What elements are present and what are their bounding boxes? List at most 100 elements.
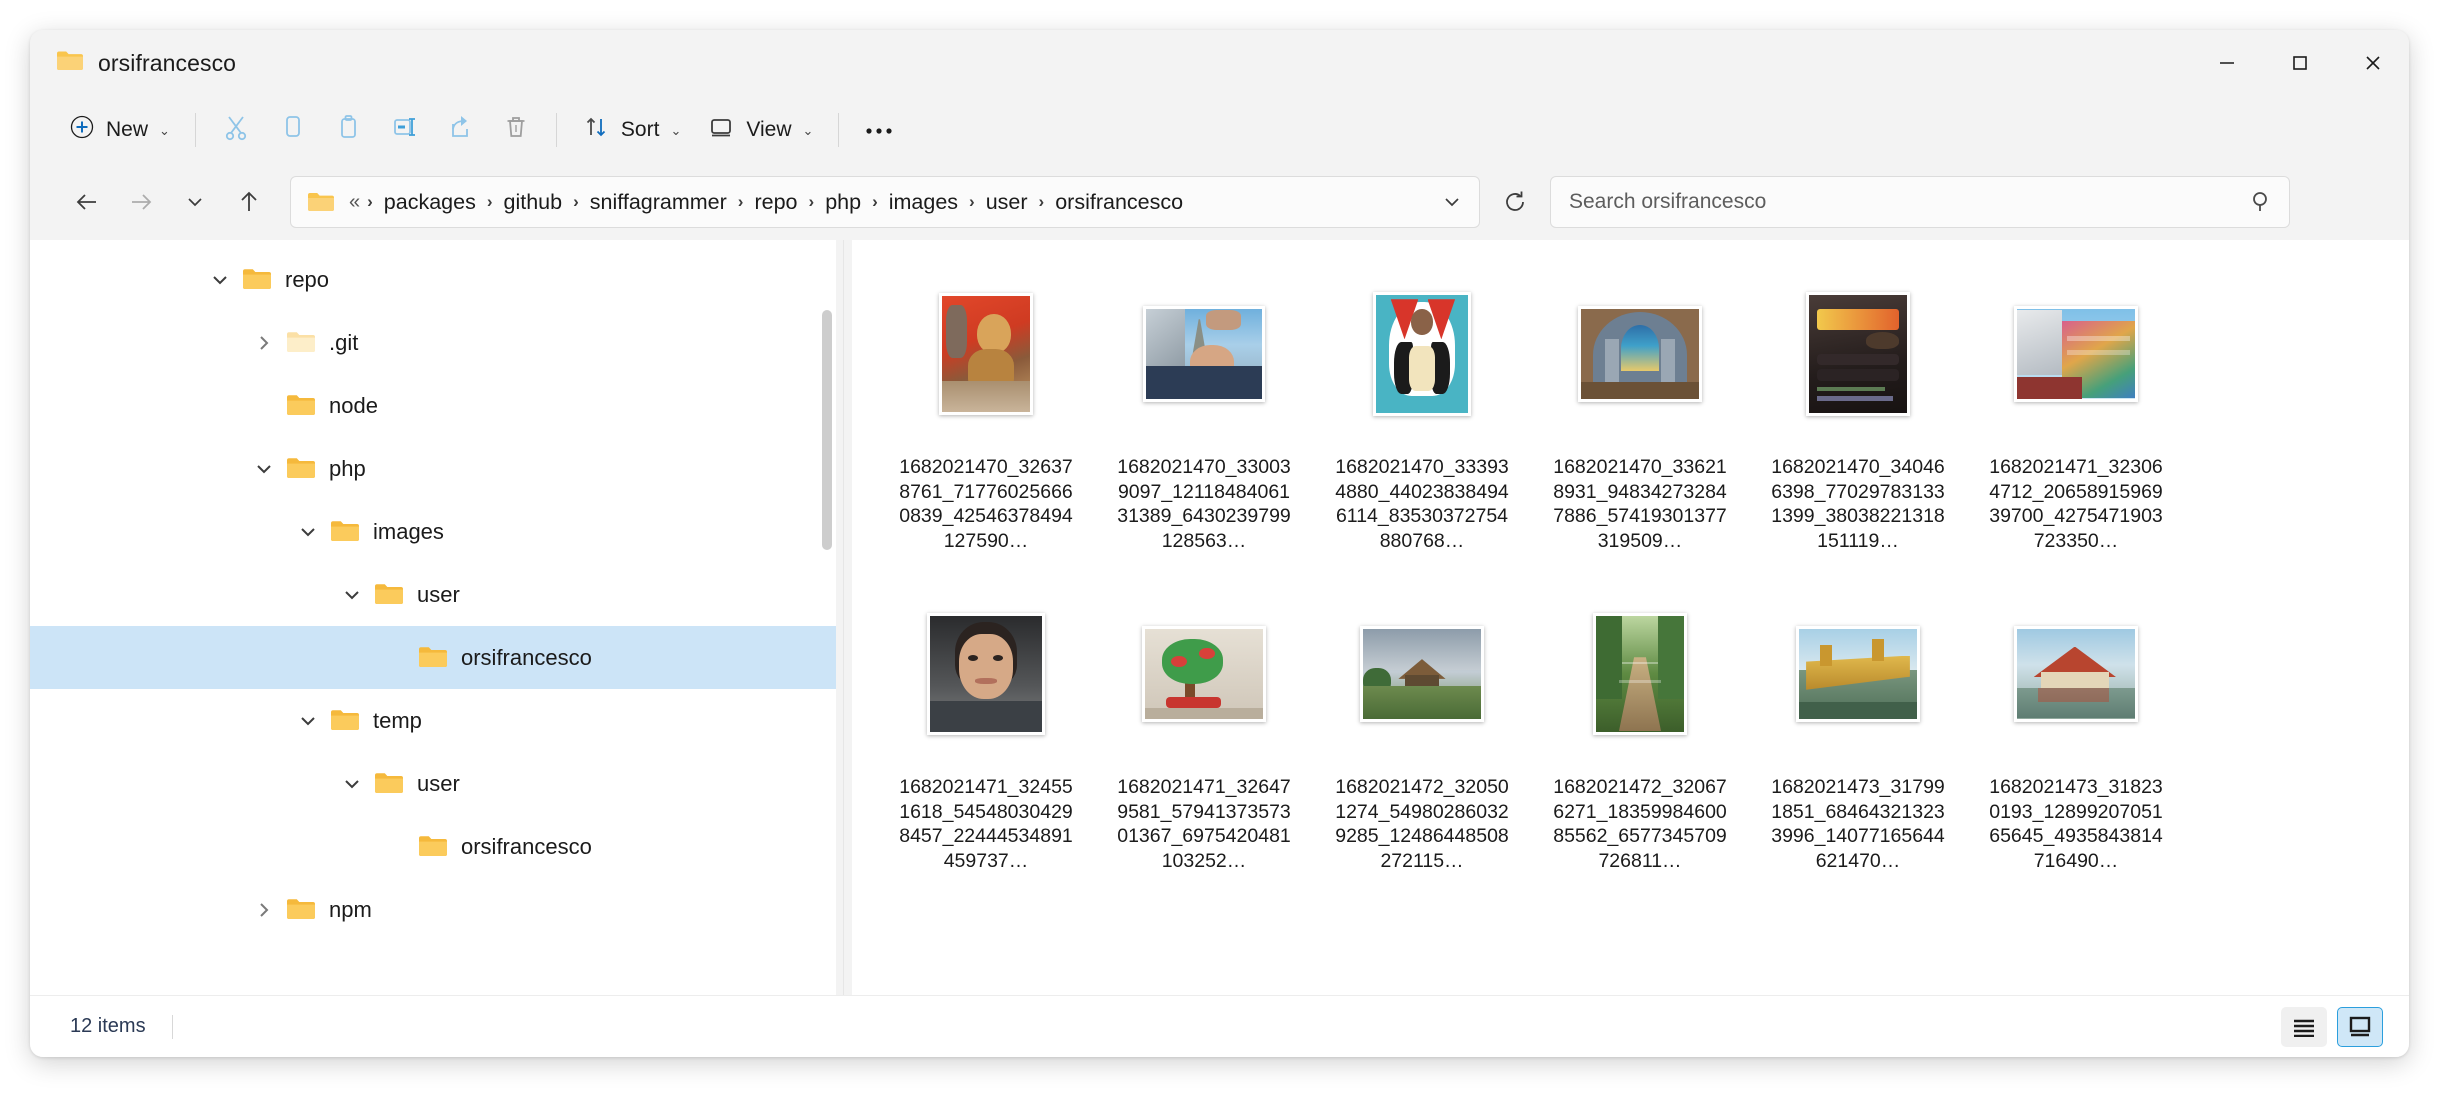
file-tile[interactable]: 1682021472_320501274_549802860329285_124… [1316,578,1528,898]
breadcrumb-item-user[interactable]: user [978,185,1036,220]
share-button[interactable] [432,106,488,154]
see-more-button[interactable] [851,106,907,154]
tree-item-node[interactable]: node [30,374,836,437]
tree-item-user[interactable]: user [30,752,836,815]
chevron-right-icon[interactable] [242,899,286,921]
recent-locations-button[interactable] [172,179,218,225]
view-button[interactable]: View ⌄ [694,106,826,154]
thumbnail-container [1115,586,1293,761]
chevron-down-icon[interactable] [330,584,374,606]
copy-button[interactable] [264,106,320,154]
paste-button[interactable] [320,106,376,154]
details-view-button[interactable] [2281,1006,2327,1047]
chevron-down-icon[interactable] [286,521,330,543]
file-tile[interactable]: 1682021470_330039097_1211848406131389_64… [1098,258,1310,578]
minimize-button[interactable] [2190,30,2263,96]
command-bar: New ⌄ Sort ⌄ View ⌄ [30,96,2409,164]
tree-item-orsifrancesco[interactable]: orsifrancesco [30,626,836,689]
tree-item-temp[interactable]: temp [30,689,836,752]
breadcrumb-separator: › [1038,192,1045,211]
search-icon[interactable] [2249,189,2275,215]
rename-button[interactable] [376,106,432,154]
file-tile[interactable]: 1682021470_333934880_440238384946114_835… [1316,258,1528,578]
breadcrumb-separator: › [737,192,744,211]
file-grid: 1682021470_326378761_717760256660839_425… [880,258,2387,898]
forward-button[interactable] [118,179,164,225]
address-bar-row: «› packages › github › sniffagrammer › repo › php… [30,164,2409,240]
status-bar-left: 12 items [70,1014,173,1039]
close-button[interactable] [2336,30,2409,96]
tree-item-user[interactable]: user [30,563,836,626]
file-tile[interactable]: 1682021470_326378761_717760256660839_425… [880,258,1092,578]
file-name-label: 1682021470_336218931_948342732847886_574… [1553,456,1727,552]
chevron-down-icon[interactable] [286,710,330,732]
breadcrumb-item-sniffagrammer[interactable]: sniffagrammer [582,185,735,220]
tree-item-npm[interactable]: npm [30,878,836,941]
file-tile[interactable]: 1682021471_326479581_5794137357301367_69… [1098,578,1310,898]
navigation-scrollbar[interactable] [822,310,832,550]
breadcrumb-separator: › [872,192,878,211]
maximize-button[interactable] [2263,30,2336,96]
tree-item-label: .git [329,329,359,355]
breadcrumb-item-packages[interactable]: packages [376,185,484,220]
chevron-down-icon[interactable] [330,773,374,795]
chevron-down-icon[interactable] [242,458,286,480]
file-tile[interactable]: 1682021472_320676271_1835998460085562_65… [1534,578,1746,898]
search-input[interactable] [1569,190,2249,214]
breadcrumb-overflow[interactable]: « [345,186,364,219]
thumbnail-container [1551,266,1729,441]
sort-button[interactable]: Sort ⌄ [569,106,694,154]
status-divider [171,1014,173,1039]
file-list-pane[interactable]: 1682021470_326378761_717760256660839_425… [852,240,2409,995]
up-button[interactable] [226,179,272,225]
breadcrumb-item-github[interactable]: github [496,185,571,220]
pane-splitter[interactable] [836,240,852,995]
folder-icon [286,330,316,355]
chevron-down-icon[interactable] [198,269,242,291]
delete-button[interactable] [488,106,544,154]
content-area: repo .git node php images user orsifrancesco te… [30,240,2409,995]
breadcrumb-dropdown-button[interactable] [1433,183,1471,221]
large-icons-view-button[interactable] [2337,1006,2383,1047]
tree-item-label: orsifrancesco [461,833,592,859]
file-name-label: 1682021470_340466398_770297831331399_380… [1771,456,1945,552]
image-thumbnail-temple-lake [2014,625,2138,722]
breadcrumb-separator: › [573,192,579,211]
chevron-down-icon: ⌄ [802,123,814,138]
breadcrumb-bar[interactable]: «› packages › github › sniffagrammer › repo › php… [290,176,1480,228]
file-tile[interactable]: 1682021471_324551618_545480304298457_224… [880,578,1092,898]
tree-item-orsifrancesco[interactable]: orsifrancesco [30,815,836,878]
tree-item-label: user [417,770,460,796]
tree-item-label: php [329,455,366,481]
breadcrumb-item-php[interactable]: php [817,185,869,220]
cut-button[interactable] [208,106,264,154]
chevron-right-icon[interactable] [242,332,286,354]
file-tile[interactable]: 1682021473_318230193_1289920705165645_49… [1970,578,2182,898]
tree-item-label: node [329,392,378,418]
item-count-label: 12 items [70,1015,146,1037]
image-thumbnail-carnival-cutout [1373,291,1471,416]
breadcrumb-item-orsifrancesco[interactable]: orsifrancesco [1047,185,1191,220]
thumbnail-container [1333,266,1511,441]
back-button[interactable] [64,179,110,225]
file-tile[interactable]: 1682021470_340466398_770297831331399_380… [1752,258,1964,578]
breadcrumb-item-images[interactable]: images [881,185,966,220]
breadcrumb-item-repo[interactable]: repo [746,185,805,220]
view-button-label: View [746,118,792,141]
folder-icon [242,267,272,292]
tree-item-repo[interactable]: repo [30,248,836,311]
search-box[interactable] [1550,176,2290,228]
tree-item-dot-git[interactable]: .git [30,311,836,374]
thumbnail-container [1115,266,1293,441]
navigation-pane: repo .git node php images user orsifrancesco te… [30,240,836,995]
file-tile[interactable]: 1682021470_336218931_948342732847886_574… [1534,258,1746,578]
tree-item-php[interactable]: php [30,437,836,500]
tree-item-images[interactable]: images [30,500,836,563]
image-thumbnail-mural-sculpture [939,292,1033,415]
refresh-button[interactable] [1492,179,1538,225]
view-toggle-group [2281,1006,2383,1047]
new-button[interactable]: New ⌄ [56,106,183,154]
file-tile[interactable]: 1682021471_323064712_2065891596939700_42… [1970,258,2182,578]
file-tile[interactable]: 1682021473_317991851_684643213233996_140… [1752,578,1964,898]
folder-icon [418,834,448,859]
